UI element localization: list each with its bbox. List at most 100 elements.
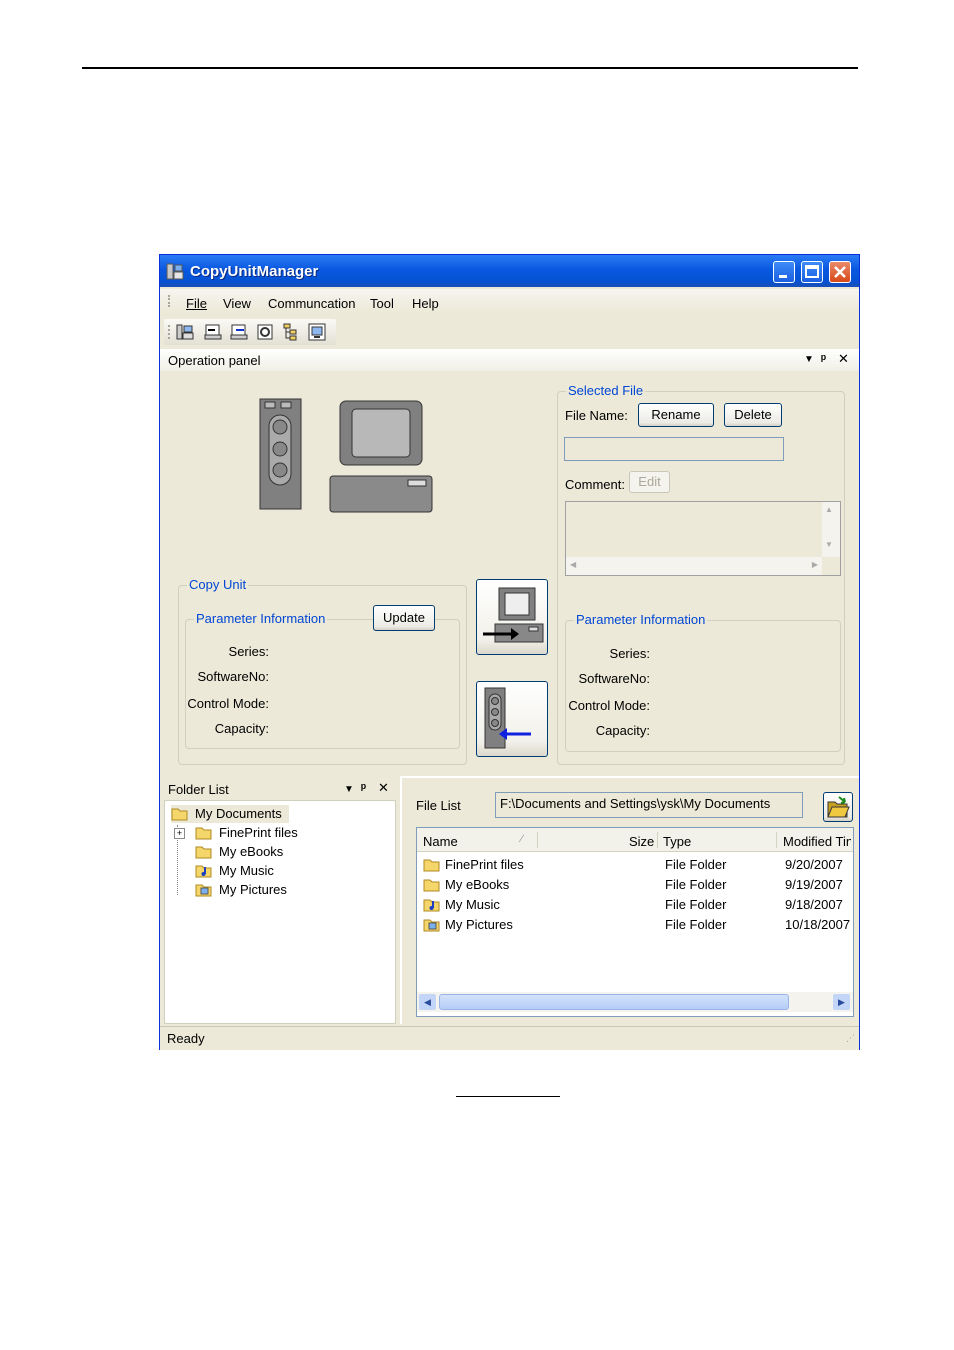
comment-vscrollbar[interactable]: ▲ ▼ [822, 502, 840, 557]
settings-icon[interactable] [256, 323, 274, 341]
folder-list-header: Folder List ▼ ᵖ ✕ [164, 779, 396, 799]
toolbar [164, 319, 336, 345]
row-type: File Folder [665, 897, 727, 912]
row-type: File Folder [665, 877, 727, 892]
column-modified[interactable]: Modified Tin [783, 834, 851, 849]
receive-file-icon[interactable] [230, 323, 248, 341]
comment-field[interactable]: ▲ ▼ ◀ ▶ [565, 501, 841, 576]
pc-capacity-label: Capacity: [595, 723, 650, 738]
row-modified: 9/18/2007 [785, 897, 843, 912]
folder-tree[interactable]: My Documents + FinePrint files My eBooks… [164, 800, 396, 1024]
tree-item-my-documents[interactable]: My Documents [171, 805, 289, 823]
scroll-thumb[interactable] [439, 994, 789, 1010]
scroll-left-icon[interactable]: ◀ [419, 994, 436, 1010]
copy-unit-parameter-title: Parameter Information [194, 611, 328, 626]
status-bar: Ready ⋰ [160, 1026, 859, 1050]
scroll-right-icon[interactable]: ▶ [812, 560, 818, 569]
row-type: File Folder [665, 917, 727, 932]
menu-communcation[interactable]: Communcation [268, 296, 355, 311]
column-name[interactable]: Name [423, 834, 458, 849]
update-button[interactable]: Update [373, 605, 435, 631]
row-modified: 9/19/2007 [785, 877, 843, 892]
pictures-folder-icon [423, 919, 440, 932]
table-row[interactable]: My Music File Folder 9/18/2007 [421, 896, 851, 916]
pc-series-label: Series: [609, 646, 650, 661]
row-name: My Pictures [445, 917, 513, 932]
row-name: FinePrint files [445, 857, 524, 872]
selected-file-title: Selected File [566, 383, 646, 398]
pc-parameter-title: Parameter Information [574, 612, 708, 627]
title-bar[interactable]: CopyUnitManager [160, 255, 859, 287]
row-type: File Folder [665, 857, 727, 872]
minimize-button[interactable] [773, 261, 795, 283]
column-divider[interactable] [537, 832, 538, 848]
file-list-title: File List [416, 798, 461, 813]
menu-tool[interactable]: Tool [370, 296, 394, 311]
open-folder-button[interactable] [823, 792, 853, 822]
minimize-icon [779, 275, 787, 278]
copy-unit-parameter-group: Parameter Information Update Series: Sof… [185, 605, 460, 749]
table-row[interactable]: My Pictures File Folder 10/18/2007 [421, 916, 851, 936]
close-button[interactable] [829, 261, 851, 283]
app-window: CopyUnitManager File View Communcation T… [159, 254, 860, 1050]
music-folder-icon [195, 865, 212, 878]
rename-button[interactable]: Rename [638, 403, 714, 427]
toolbar-grip[interactable] [168, 325, 172, 339]
folder-pin-icon[interactable]: ᵖ [361, 780, 366, 795]
file-name-field[interactable] [564, 437, 784, 461]
expand-icon[interactable]: + [174, 828, 185, 839]
table-row[interactable]: My eBooks File Folder 9/19/2007 [421, 876, 851, 896]
connect-icon[interactable] [176, 323, 194, 341]
comment-hscrollbar[interactable]: ◀ ▶ [566, 557, 822, 575]
send-file-icon[interactable] [204, 323, 222, 341]
file-listview[interactable]: Name ⁄ Size Type Modified Tin FinePrint … [416, 827, 854, 1017]
unit-transfer-icon [484, 687, 531, 749]
tree-label: FinePrint files [219, 825, 298, 840]
folder-dropdown-icon[interactable]: ▼ [344, 784, 354, 795]
tree-item-my-music[interactable]: My Music [195, 862, 335, 880]
dropdown-icon[interactable]: ▼ [804, 354, 814, 365]
column-type[interactable]: Type [663, 834, 691, 849]
menu-help[interactable]: Help [412, 296, 439, 311]
tree-item-fineprint-files[interactable]: FinePrint files [195, 824, 335, 842]
resize-grip-icon[interactable]: ⋰ [846, 1033, 855, 1044]
display-icon[interactable] [308, 323, 326, 341]
column-divider[interactable] [776, 832, 777, 848]
column-divider[interactable] [657, 832, 658, 848]
cu-series-label: Series: [228, 644, 269, 659]
scroll-down-icon[interactable]: ▼ [825, 540, 833, 549]
path-field[interactable]: F:\Documents and Settings\ysk\My Documen… [495, 792, 803, 818]
table-row[interactable]: FinePrint files File Folder 9/20/2007 [421, 856, 851, 876]
status-text: Ready [167, 1031, 205, 1046]
file-list-pane: File List F:\Documents and Settings\ysk\… [400, 776, 859, 1024]
edit-button[interactable]: Edit [629, 471, 670, 493]
column-size[interactable]: Size [629, 834, 654, 849]
send-to-unit-button[interactable] [476, 681, 548, 757]
delete-button[interactable]: Delete [724, 403, 782, 427]
row-name: My eBooks [445, 877, 510, 892]
operation-panel-title: Operation panel [168, 353, 261, 368]
folder-icon [423, 859, 440, 872]
pin-icon[interactable]: ᵖ [821, 351, 826, 366]
tree-icon[interactable] [282, 323, 300, 341]
tree-label: My Documents [195, 806, 282, 821]
send-to-pc-button[interactable] [476, 579, 548, 655]
operation-panel-header: Operation panel ▼ ᵖ ✕ [160, 349, 859, 371]
maximize-button[interactable] [801, 261, 823, 283]
menu-grip[interactable] [168, 295, 172, 307]
scroll-up-icon[interactable]: ▲ [825, 505, 833, 514]
row-name: My Music [445, 897, 500, 912]
scroll-left-icon[interactable]: ◀ [570, 560, 576, 569]
folder-open-icon [171, 808, 188, 821]
folder-close-icon[interactable]: ✕ [378, 780, 389, 796]
tree-item-my-pictures[interactable]: My Pictures [195, 881, 335, 899]
menu-view[interactable]: View [223, 296, 251, 311]
file-list-hscrollbar[interactable]: ◀ ▶ [417, 992, 853, 1012]
pane-close-icon[interactable]: ✕ [838, 351, 849, 367]
pc-transfer-icon [483, 587, 544, 643]
scroll-right-icon[interactable]: ▶ [833, 994, 850, 1010]
tree-item-my-ebooks[interactable]: My eBooks [195, 843, 335, 861]
cu-capacity-label: Capacity: [214, 721, 269, 736]
menu-file[interactable]: File [186, 296, 207, 311]
device-illustration [259, 398, 433, 513]
